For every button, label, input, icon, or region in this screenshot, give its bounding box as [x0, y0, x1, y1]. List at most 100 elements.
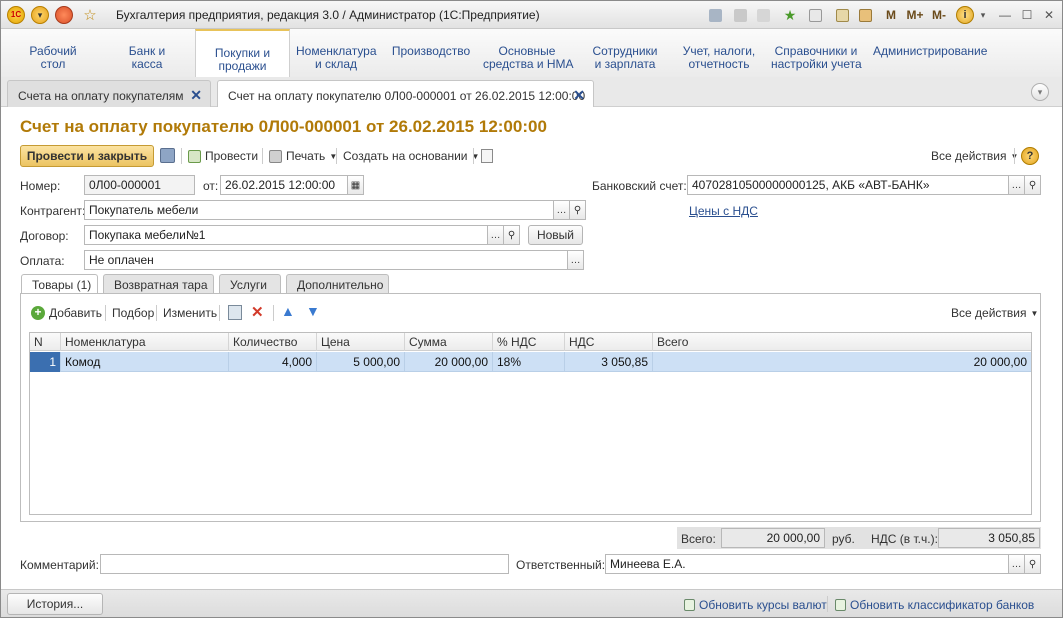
- open-responsible-icon[interactable]: ⚲: [1024, 554, 1041, 574]
- close-tab-icon[interactable]: ✕: [573, 87, 585, 104]
- section-employees[interactable]: Сотрудники и зарплата: [591, 45, 659, 71]
- section-references[interactable]: Справочники и настройки учета: [771, 45, 862, 71]
- tabs-dropdown-icon[interactable]: ▾: [1031, 83, 1049, 101]
- number-field[interactable]: 0Л00-000001: [84, 175, 195, 195]
- column-header[interactable]: Цена: [317, 333, 405, 351]
- column-header[interactable]: N: [30, 333, 61, 351]
- section-purchases-sales[interactable]: Покупки и продажи: [195, 29, 290, 77]
- select-counterparty-button[interactable]: …: [553, 200, 570, 220]
- comment-field[interactable]: [100, 554, 509, 574]
- app-logo-icon[interactable]: 1С: [7, 6, 25, 24]
- update-rates-link[interactable]: Обновить курсы валют: [684, 598, 827, 612]
- print-icon[interactable]: [731, 5, 749, 25]
- delete-row-icon[interactable]: ✕: [251, 303, 264, 321]
- row-vat-rate[interactable]: 18%: [493, 352, 565, 372]
- tab-returnable-packaging[interactable]: Возвратная тара: [103, 274, 214, 294]
- table-all-actions-button[interactable]: Все действия ▼: [951, 306, 1038, 320]
- tab-invoices-list[interactable]: Счета на оплату покупателям ✕: [7, 80, 211, 107]
- history-button[interactable]: История...: [7, 593, 103, 615]
- post-button[interactable]: Провести: [188, 149, 258, 163]
- payment-field[interactable]: Не оплачен: [84, 250, 568, 270]
- open-contract-icon[interactable]: ⚲: [503, 225, 520, 245]
- tab-goods[interactable]: Товары (1): [21, 274, 98, 295]
- responsible-field[interactable]: Минеева Е.А.: [605, 554, 1009, 574]
- preview-icon[interactable]: [754, 5, 772, 25]
- column-header[interactable]: Номенклатура: [61, 333, 229, 351]
- section-administration[interactable]: Администрирование: [873, 45, 987, 58]
- select-responsible-button[interactable]: …: [1008, 554, 1025, 574]
- section-label: Производство: [391, 44, 471, 58]
- info-icon[interactable]: i: [956, 6, 974, 24]
- new-contract-button[interactable]: Новый: [528, 225, 583, 245]
- add-row-button[interactable]: + Добавить: [31, 306, 102, 320]
- edit-button[interactable]: Изменить: [163, 306, 217, 320]
- update-banks-link[interactable]: Обновить классификатор банков: [835, 598, 1034, 612]
- counterparty-field[interactable]: Покупатель мебели: [84, 200, 554, 220]
- minimize-button[interactable]: —: [997, 5, 1013, 25]
- info-dropdown-icon[interactable]: ▾: [978, 5, 988, 25]
- section-bank[interactable]: Банк и касса: [119, 45, 175, 71]
- app-window: 1С ▾ ☆ Бухгалтерия предприятия, редакция…: [0, 0, 1063, 618]
- move-up-icon[interactable]: ▲: [281, 303, 295, 319]
- row-price[interactable]: 5 000,00: [317, 352, 405, 372]
- goods-table[interactable]: N Номенклатура Количество Цена Сумма % Н…: [29, 332, 1032, 515]
- tab-invoice-document[interactable]: Счет на оплату покупателю 0Л00-000001 от…: [217, 80, 594, 108]
- tab-additional[interactable]: Дополнительно: [286, 274, 389, 294]
- calculator-icon[interactable]: [856, 5, 874, 25]
- column-header[interactable]: Сумма: [405, 333, 493, 351]
- select-contract-button[interactable]: …: [487, 225, 504, 245]
- section-accounting[interactable]: Учет, налоги, отчетность: [681, 45, 757, 71]
- toolbar-separator: [105, 305, 106, 321]
- link-icon[interactable]: [806, 5, 824, 25]
- column-header[interactable]: Всего: [653, 333, 1031, 351]
- contract-field[interactable]: Покупака мебели№1: [84, 225, 488, 245]
- help-icon[interactable]: ?: [1021, 147, 1039, 165]
- close-button[interactable]: ✕: [1041, 5, 1057, 25]
- move-down-icon[interactable]: ▼: [306, 303, 320, 319]
- all-actions-button[interactable]: Все действия▼: [931, 149, 1018, 163]
- prices-with-vat-link[interactable]: Цены с НДС: [689, 204, 758, 218]
- section-fixed-assets[interactable]: Основные средства и НМА: [483, 45, 574, 71]
- memory-button[interactable]: M: [883, 5, 899, 25]
- save-icon[interactable]: [706, 5, 724, 25]
- open-bank-account-icon[interactable]: ⚲: [1024, 175, 1041, 195]
- number-label: Номер:: [20, 179, 61, 193]
- select-payment-button[interactable]: …: [567, 250, 584, 270]
- calendar-picker-icon[interactable]: ▦: [347, 175, 364, 195]
- favorites-star-icon[interactable]: ☆: [81, 5, 99, 25]
- column-header[interactable]: Количество: [229, 333, 317, 351]
- section-nomenclature[interactable]: Номенклатура и склад: [296, 45, 377, 71]
- tab-services[interactable]: Услуги: [219, 274, 281, 294]
- section-production[interactable]: Производство: [391, 45, 471, 58]
- main-menu-icon[interactable]: ▾: [31, 6, 49, 24]
- bank-account-field[interactable]: 40702810500000000125, АКБ «АВТ-БАНК»: [687, 175, 1009, 195]
- row-vat[interactable]: 3 050,85: [565, 352, 653, 372]
- memory-minus-button[interactable]: M-: [928, 5, 950, 25]
- select-bank-account-button[interactable]: …: [1008, 175, 1025, 195]
- stop-icon[interactable]: [55, 6, 73, 24]
- date-field[interactable]: 26.02.2015 12:00:00: [220, 175, 348, 195]
- copy-row-icon[interactable]: [228, 305, 242, 320]
- maximize-button[interactable]: ☐: [1019, 5, 1035, 25]
- print-button[interactable]: Печать ▼: [269, 149, 337, 163]
- table-row[interactable]: 1 Комод 4,000 5 000,00 20 000,00 18% 3 0…: [30, 352, 1031, 372]
- pick-button[interactable]: Подбор: [112, 306, 154, 320]
- row-total[interactable]: 20 000,00: [653, 352, 1031, 372]
- row-quantity[interactable]: 4,000: [229, 352, 317, 372]
- save-document-icon[interactable]: [160, 148, 175, 163]
- document-journal-icon[interactable]: [481, 149, 493, 163]
- status-separator: [827, 596, 828, 612]
- row-sum[interactable]: 20 000,00: [405, 352, 493, 372]
- column-header[interactable]: % НДС: [493, 333, 565, 351]
- row-item[interactable]: Комод: [61, 352, 229, 372]
- post-and-close-button[interactable]: Провести и закрыть: [20, 145, 154, 167]
- column-header[interactable]: НДС: [565, 333, 653, 351]
- add-favorite-icon[interactable]: ★: [781, 5, 799, 25]
- calendar-icon[interactable]: [833, 5, 851, 25]
- create-based-on-button[interactable]: Создать на основании ▼: [343, 149, 479, 163]
- memory-plus-button[interactable]: M+: [904, 5, 926, 25]
- create-based-label: Создать на основании: [343, 149, 468, 163]
- close-tab-icon[interactable]: ✕: [190, 87, 202, 104]
- section-desktop[interactable]: Рабочий стол: [23, 45, 83, 71]
- open-counterparty-icon[interactable]: ⚲: [569, 200, 586, 220]
